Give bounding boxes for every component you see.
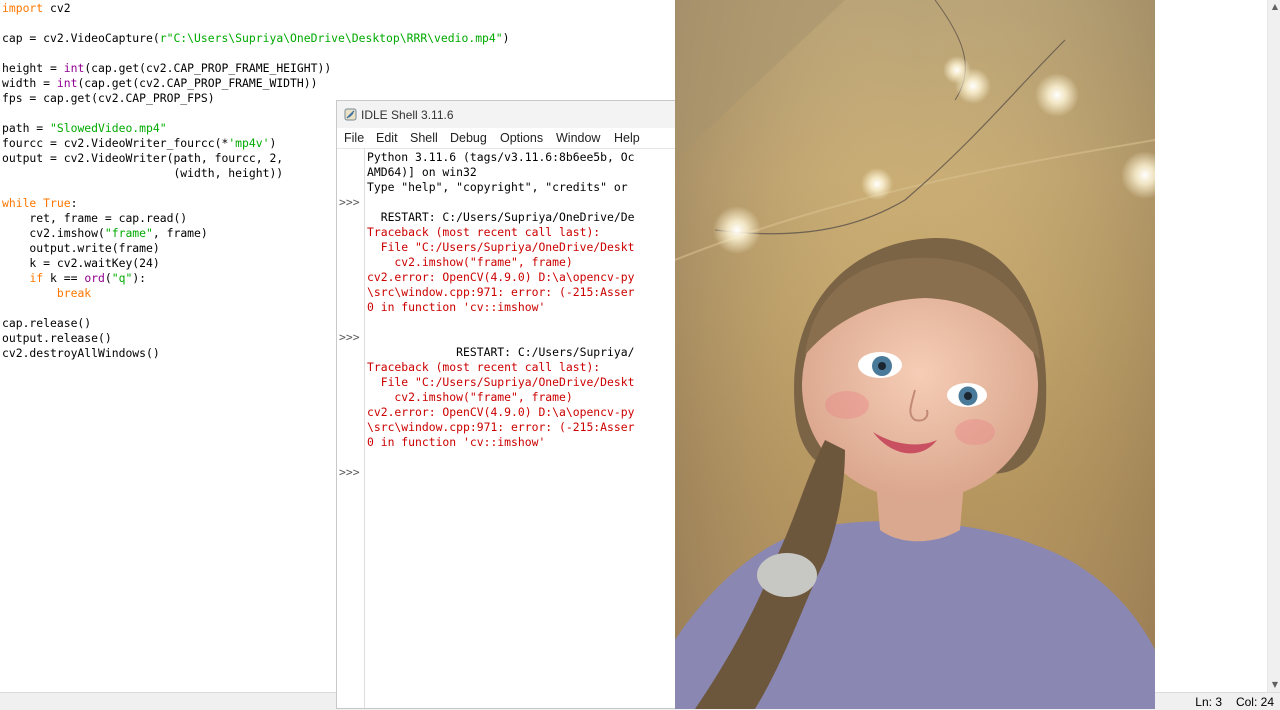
shell-output-line: File "C:/Users/Supriya/OneDrive/Deskt bbox=[367, 240, 635, 254]
shell-output[interactable]: Python 3.11.6 (tags/v3.11.6:8b6ee5b, Oc A… bbox=[367, 150, 634, 450]
video-frame-window[interactable] bbox=[675, 0, 1155, 709]
shell-output-line: cv2.imshow("frame", frame) bbox=[367, 390, 573, 404]
shell-prompt: >>> bbox=[339, 330, 360, 344]
idle-feather-icon bbox=[344, 108, 357, 121]
code-token: output.write(frame) bbox=[2, 241, 160, 255]
code-token: 'mp4v' bbox=[228, 136, 270, 150]
code-token: (width, height)) bbox=[2, 166, 284, 180]
code-token: ret, frame = cap.read() bbox=[2, 211, 188, 225]
shell-output-line: Traceback (most recent call last): bbox=[367, 225, 601, 239]
shell-output-line: File "C:/Users/Supriya/OneDrive/Deskt bbox=[367, 375, 635, 389]
menu-help[interactable]: Help bbox=[614, 131, 640, 145]
code-line: width = int(cap.get(cv2.CAP_PROP_FRAME_W… bbox=[2, 76, 509, 91]
code-token: ) bbox=[269, 136, 277, 150]
code-token: fourcc = cv2.VideoWriter_fourcc(* bbox=[2, 136, 229, 150]
code-token: "q" bbox=[111, 271, 133, 285]
status-line-number: Ln: 3 bbox=[1195, 695, 1222, 709]
code-token: import bbox=[2, 1, 44, 15]
code-token: "frame" bbox=[104, 226, 153, 240]
shell-output-line: RESTART: C:/Users/Supriya/OneDrive/De bbox=[367, 210, 635, 224]
shell-output-line: Traceback (most recent call last): bbox=[367, 360, 601, 374]
code-token: cap.release() bbox=[2, 316, 92, 330]
code-token: k = cv2.waitKey(24) bbox=[2, 256, 160, 270]
code-token: width = bbox=[2, 76, 57, 90]
shell-output-line: AMD64)] on win32 bbox=[367, 165, 477, 179]
menu-shell[interactable]: Shell bbox=[410, 131, 438, 145]
idle-shell-window[interactable]: IDLE Shell 3.11.6 File Edit Shell Debug … bbox=[336, 100, 676, 709]
code-token: height = bbox=[2, 61, 64, 75]
code-line: import cv2 bbox=[2, 1, 509, 16]
code-token: int bbox=[63, 61, 85, 75]
shell-output-line: RESTART: C:/Users/Supriya/ bbox=[367, 345, 635, 359]
scroll-up-arrow-icon[interactable]: ▲ bbox=[1272, 2, 1278, 11]
menu-options[interactable]: Options bbox=[500, 131, 543, 145]
shell-prompt: >>> bbox=[339, 195, 360, 209]
shell-output-line bbox=[367, 315, 634, 330]
shell-output-line: 0 in function 'cv::imshow' bbox=[367, 435, 546, 449]
code-token: if bbox=[29, 271, 44, 285]
editor-vertical-scrollbar[interactable]: ▲ ▼ bbox=[1267, 0, 1280, 692]
code-token: fps = cap.get(cv2.CAP_PROP_FPS) bbox=[2, 91, 215, 105]
shell-window-title: IDLE Shell 3.11.6 bbox=[361, 108, 454, 122]
shell-prompt-gutter: >>> >>> >>> bbox=[337, 149, 365, 708]
shell-output-line bbox=[367, 330, 634, 345]
shell-output-line: Type "help", "copyright", "credits" or bbox=[367, 180, 628, 194]
code-token: ( bbox=[104, 271, 112, 285]
code-token: path = bbox=[2, 121, 51, 135]
code-token: break bbox=[56, 286, 92, 300]
menu-debug[interactable]: Debug bbox=[450, 131, 487, 145]
code-token: (cap.get(cv2.CAP_PROP_FRAME_WIDTH)) bbox=[77, 76, 318, 90]
shell-output-line: Python 3.11.6 (tags/v3.11.6:8b6ee5b, Oc bbox=[367, 150, 635, 164]
code-token: output.release() bbox=[2, 331, 112, 345]
code-token: cv2.destroyAllWindows() bbox=[2, 346, 160, 360]
code-token: ): bbox=[132, 271, 147, 285]
menu-edit[interactable]: Edit bbox=[376, 131, 398, 145]
scroll-down-arrow-icon[interactable]: ▼ bbox=[1272, 680, 1278, 689]
shell-output-line: cv2.imshow("frame", frame) bbox=[367, 255, 573, 269]
shell-menu-bar: File Edit Shell Debug Options Window Hel… bbox=[337, 128, 675, 149]
code-token: while bbox=[2, 196, 37, 210]
status-column-number: Col: 24 bbox=[1235, 695, 1274, 709]
code-token: cv2.imshow( bbox=[2, 226, 105, 240]
code-token: , frame) bbox=[152, 226, 208, 240]
code-token: int bbox=[56, 76, 78, 90]
shell-output-line: cv2.error: OpenCV(4.9.0) D:\a\opencv-py bbox=[367, 405, 635, 419]
code-token: ) bbox=[502, 31, 510, 45]
code-token: "SlowedVideo.mp4" bbox=[50, 121, 167, 135]
code-token: (cap.get(cv2.CAP_PROP_FRAME_HEIGHT)) bbox=[84, 61, 332, 75]
shell-prompt: >>> bbox=[339, 465, 360, 479]
menu-window[interactable]: Window bbox=[556, 131, 600, 145]
code-token: k == bbox=[43, 271, 85, 285]
code-token: ord bbox=[84, 271, 105, 285]
shell-output-line: 0 in function 'cv::imshow' bbox=[367, 300, 546, 314]
shell-output-line: \src\window.cpp:971: error: (-215:Asser bbox=[367, 285, 635, 299]
shell-title-bar[interactable]: IDLE Shell 3.11.6 bbox=[337, 101, 675, 128]
code-token: cv2 bbox=[43, 1, 71, 15]
code-token: True bbox=[43, 196, 71, 210]
code-token: : bbox=[70, 196, 78, 210]
shell-output-line: \src\window.cpp:971: error: (-215:Asser bbox=[367, 420, 635, 434]
code-token: cap = cv2.VideoCapture( bbox=[2, 31, 160, 45]
shell-output-line: cv2.error: OpenCV(4.9.0) D:\a\opencv-py bbox=[367, 270, 635, 284]
code-token: r"C:\Users\Supriya\OneDrive\Desktop\RRR\… bbox=[159, 31, 503, 45]
menu-file[interactable]: File bbox=[344, 131, 364, 145]
code-token: output = cv2.VideoWriter(path, fourcc, 2… bbox=[2, 151, 284, 165]
code-line: height = int(cap.get(cv2.CAP_PROP_FRAME_… bbox=[2, 61, 509, 76]
code-line: cap = cv2.VideoCapture(r"C:\Users\Supriy… bbox=[2, 31, 509, 46]
shell-output-line bbox=[367, 195, 634, 210]
video-frame-image bbox=[675, 0, 1155, 709]
